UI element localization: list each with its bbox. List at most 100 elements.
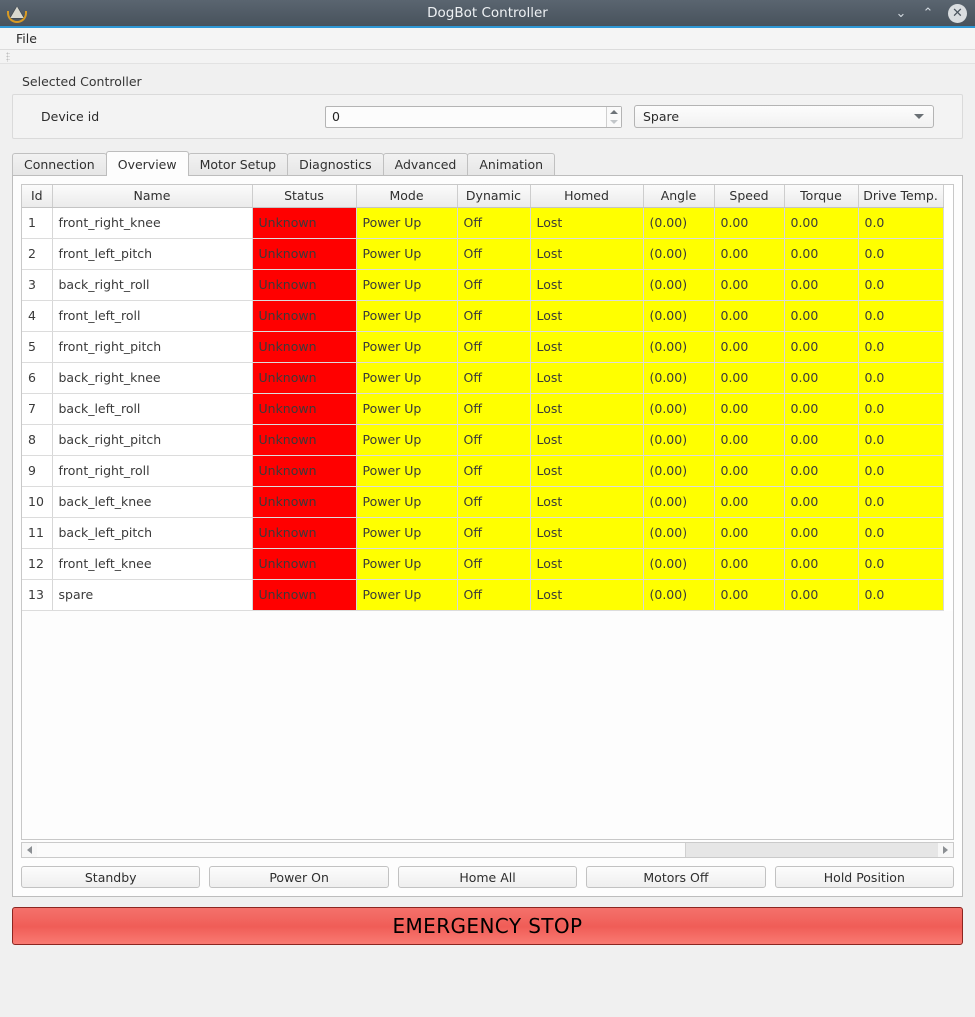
motors-off-button[interactable]: Motors Off: [586, 866, 766, 888]
cell-mode[interactable]: Power Up: [356, 455, 458, 487]
cell-homed[interactable]: Lost: [530, 300, 644, 332]
table-horizontal-scrollbar[interactable]: [21, 842, 954, 858]
cell-dynamic[interactable]: Off: [457, 517, 531, 549]
cell-id[interactable]: 5: [22, 331, 53, 363]
cell-speed[interactable]: 0.00: [714, 393, 785, 425]
cell-id[interactable]: 11: [22, 517, 53, 549]
tab-advanced[interactable]: Advanced: [382, 153, 469, 175]
cell-status[interactable]: Unknown: [252, 548, 357, 580]
cell-homed[interactable]: Lost: [530, 238, 644, 270]
cell-name[interactable]: back_right_pitch: [52, 424, 253, 456]
cell-speed[interactable]: 0.00: [714, 362, 785, 394]
column-header-torque[interactable]: Torque: [784, 185, 859, 208]
cell-torque[interactable]: 0.00: [784, 331, 859, 363]
cell-angle[interactable]: (0.00): [643, 238, 715, 270]
cell-angle[interactable]: (0.00): [643, 486, 715, 518]
cell-mode[interactable]: Power Up: [356, 362, 458, 394]
cell-mode[interactable]: Power Up: [356, 393, 458, 425]
cell-temp[interactable]: 0.0: [858, 455, 944, 487]
column-header-id[interactable]: Id: [22, 185, 53, 208]
cell-homed[interactable]: Lost: [530, 548, 644, 580]
tab-motor-setup[interactable]: Motor Setup: [187, 153, 289, 175]
table-row[interactable]: 5 front_right_pitch Unknown Power Up Off Lost…: [22, 331, 944, 363]
cell-mode[interactable]: Power Up: [356, 579, 458, 611]
cell-mode[interactable]: Power Up: [356, 207, 458, 239]
cell-id[interactable]: 9: [22, 455, 53, 487]
table-row[interactable]: 2 front_left_pitch Unknown Power Up Off Lost(…: [22, 238, 944, 270]
table-row[interactable]: 6 back_right_knee Unknown Power Up Off Lost (0…: [22, 362, 944, 394]
device-id-spinbox[interactable]: 0: [325, 105, 622, 128]
table-row[interactable]: 13 spare Unknown Power Up Off Lost (0.00) 0.00 0…: [22, 579, 944, 611]
table-row[interactable]: 12 front_left_knee Unknown Power Up Off Lost(…: [22, 548, 944, 580]
power-on-button[interactable]: Power On: [209, 866, 389, 888]
cell-torque[interactable]: 0.00: [784, 269, 859, 301]
cell-temp[interactable]: 0.0: [858, 207, 944, 239]
cell-temp[interactable]: 0.0: [858, 486, 944, 518]
column-header-status[interactable]: Status: [252, 185, 357, 208]
cell-speed[interactable]: 0.00: [714, 269, 785, 301]
column-header-homed[interactable]: Homed: [530, 185, 644, 208]
spinbox-up-button[interactable]: [607, 107, 621, 117]
cell-status[interactable]: Unknown: [252, 269, 357, 301]
cell-speed[interactable]: 0.00: [714, 455, 785, 487]
cell-dynamic[interactable]: Off: [457, 455, 531, 487]
cell-speed[interactable]: 0.00: [714, 300, 785, 332]
cell-angle[interactable]: (0.00): [643, 517, 715, 549]
cell-mode[interactable]: Power Up: [356, 238, 458, 270]
table-row[interactable]: 10 back_left_knee Unknown Power Up Off Lost (0…: [22, 486, 944, 518]
cell-status[interactable]: Unknown: [252, 300, 357, 332]
table-row[interactable]: 4 front_left_roll Unknown Power Up Off Lost (0…: [22, 300, 944, 332]
cell-id[interactable]: 10: [22, 486, 53, 518]
scroll-right-button[interactable]: [938, 843, 953, 857]
cell-id[interactable]: 4: [22, 300, 53, 332]
table-row[interactable]: 8 back_right_pitch Unknown Power Up Off Lost(…: [22, 424, 944, 456]
spinbox-down-button[interactable]: [607, 117, 621, 127]
cell-status[interactable]: Unknown: [252, 486, 357, 518]
close-icon[interactable]: ✕: [948, 3, 967, 23]
cell-speed[interactable]: 0.00: [714, 548, 785, 580]
cell-homed[interactable]: Lost: [530, 579, 644, 611]
cell-speed[interactable]: 0.00: [714, 207, 785, 239]
cell-angle[interactable]: (0.00): [643, 579, 715, 611]
cell-dynamic[interactable]: Off: [457, 331, 531, 363]
cell-name[interactable]: spare: [52, 579, 253, 611]
table-row[interactable]: 7 back_left_roll Unknown Power Up Off Lost (0.…: [22, 393, 944, 425]
cell-homed[interactable]: Lost: [530, 331, 644, 363]
cell-angle[interactable]: (0.00): [643, 362, 715, 394]
scroll-left-button[interactable]: [22, 843, 37, 857]
cell-id[interactable]: 2: [22, 238, 53, 270]
cell-name[interactable]: front_right_pitch: [52, 331, 253, 363]
cell-speed[interactable]: 0.00: [714, 424, 785, 456]
cell-status[interactable]: Unknown: [252, 238, 357, 270]
cell-torque[interactable]: 0.00: [784, 455, 859, 487]
cell-torque[interactable]: 0.00: [784, 238, 859, 270]
tab-connection[interactable]: Connection: [12, 153, 107, 175]
column-header-name[interactable]: Name: [52, 185, 253, 208]
cell-status[interactable]: Unknown: [252, 362, 357, 394]
cell-speed[interactable]: 0.00: [714, 517, 785, 549]
standby-button[interactable]: Standby: [21, 866, 201, 888]
column-header-angle[interactable]: Angle: [643, 185, 715, 208]
table-row[interactable]: 3 back_right_roll Unknown Power Up Off Lost (0…: [22, 269, 944, 301]
cell-name[interactable]: back_left_knee: [52, 486, 253, 518]
cell-id[interactable]: 12: [22, 548, 53, 580]
cell-homed[interactable]: Lost: [530, 486, 644, 518]
cell-temp[interactable]: 0.0: [858, 517, 944, 549]
cell-homed[interactable]: Lost: [530, 455, 644, 487]
column-header-mode[interactable]: Mode: [356, 185, 458, 208]
cell-id[interactable]: 3: [22, 269, 53, 301]
cell-dynamic[interactable]: Off: [457, 300, 531, 332]
cell-speed[interactable]: 0.00: [714, 486, 785, 518]
cell-speed[interactable]: 0.00: [714, 331, 785, 363]
cell-id[interactable]: 13: [22, 579, 53, 611]
cell-dynamic[interactable]: Off: [457, 579, 531, 611]
cell-homed[interactable]: Lost: [530, 362, 644, 394]
cell-speed[interactable]: 0.00: [714, 238, 785, 270]
cell-dynamic[interactable]: Off: [457, 362, 531, 394]
cell-status[interactable]: Unknown: [252, 455, 357, 487]
cell-name[interactable]: back_left_roll: [52, 393, 253, 425]
cell-name[interactable]: back_left_pitch: [52, 517, 253, 549]
cell-status[interactable]: Unknown: [252, 579, 357, 611]
cell-id[interactable]: 1: [22, 207, 53, 239]
cell-temp[interactable]: 0.0: [858, 238, 944, 270]
